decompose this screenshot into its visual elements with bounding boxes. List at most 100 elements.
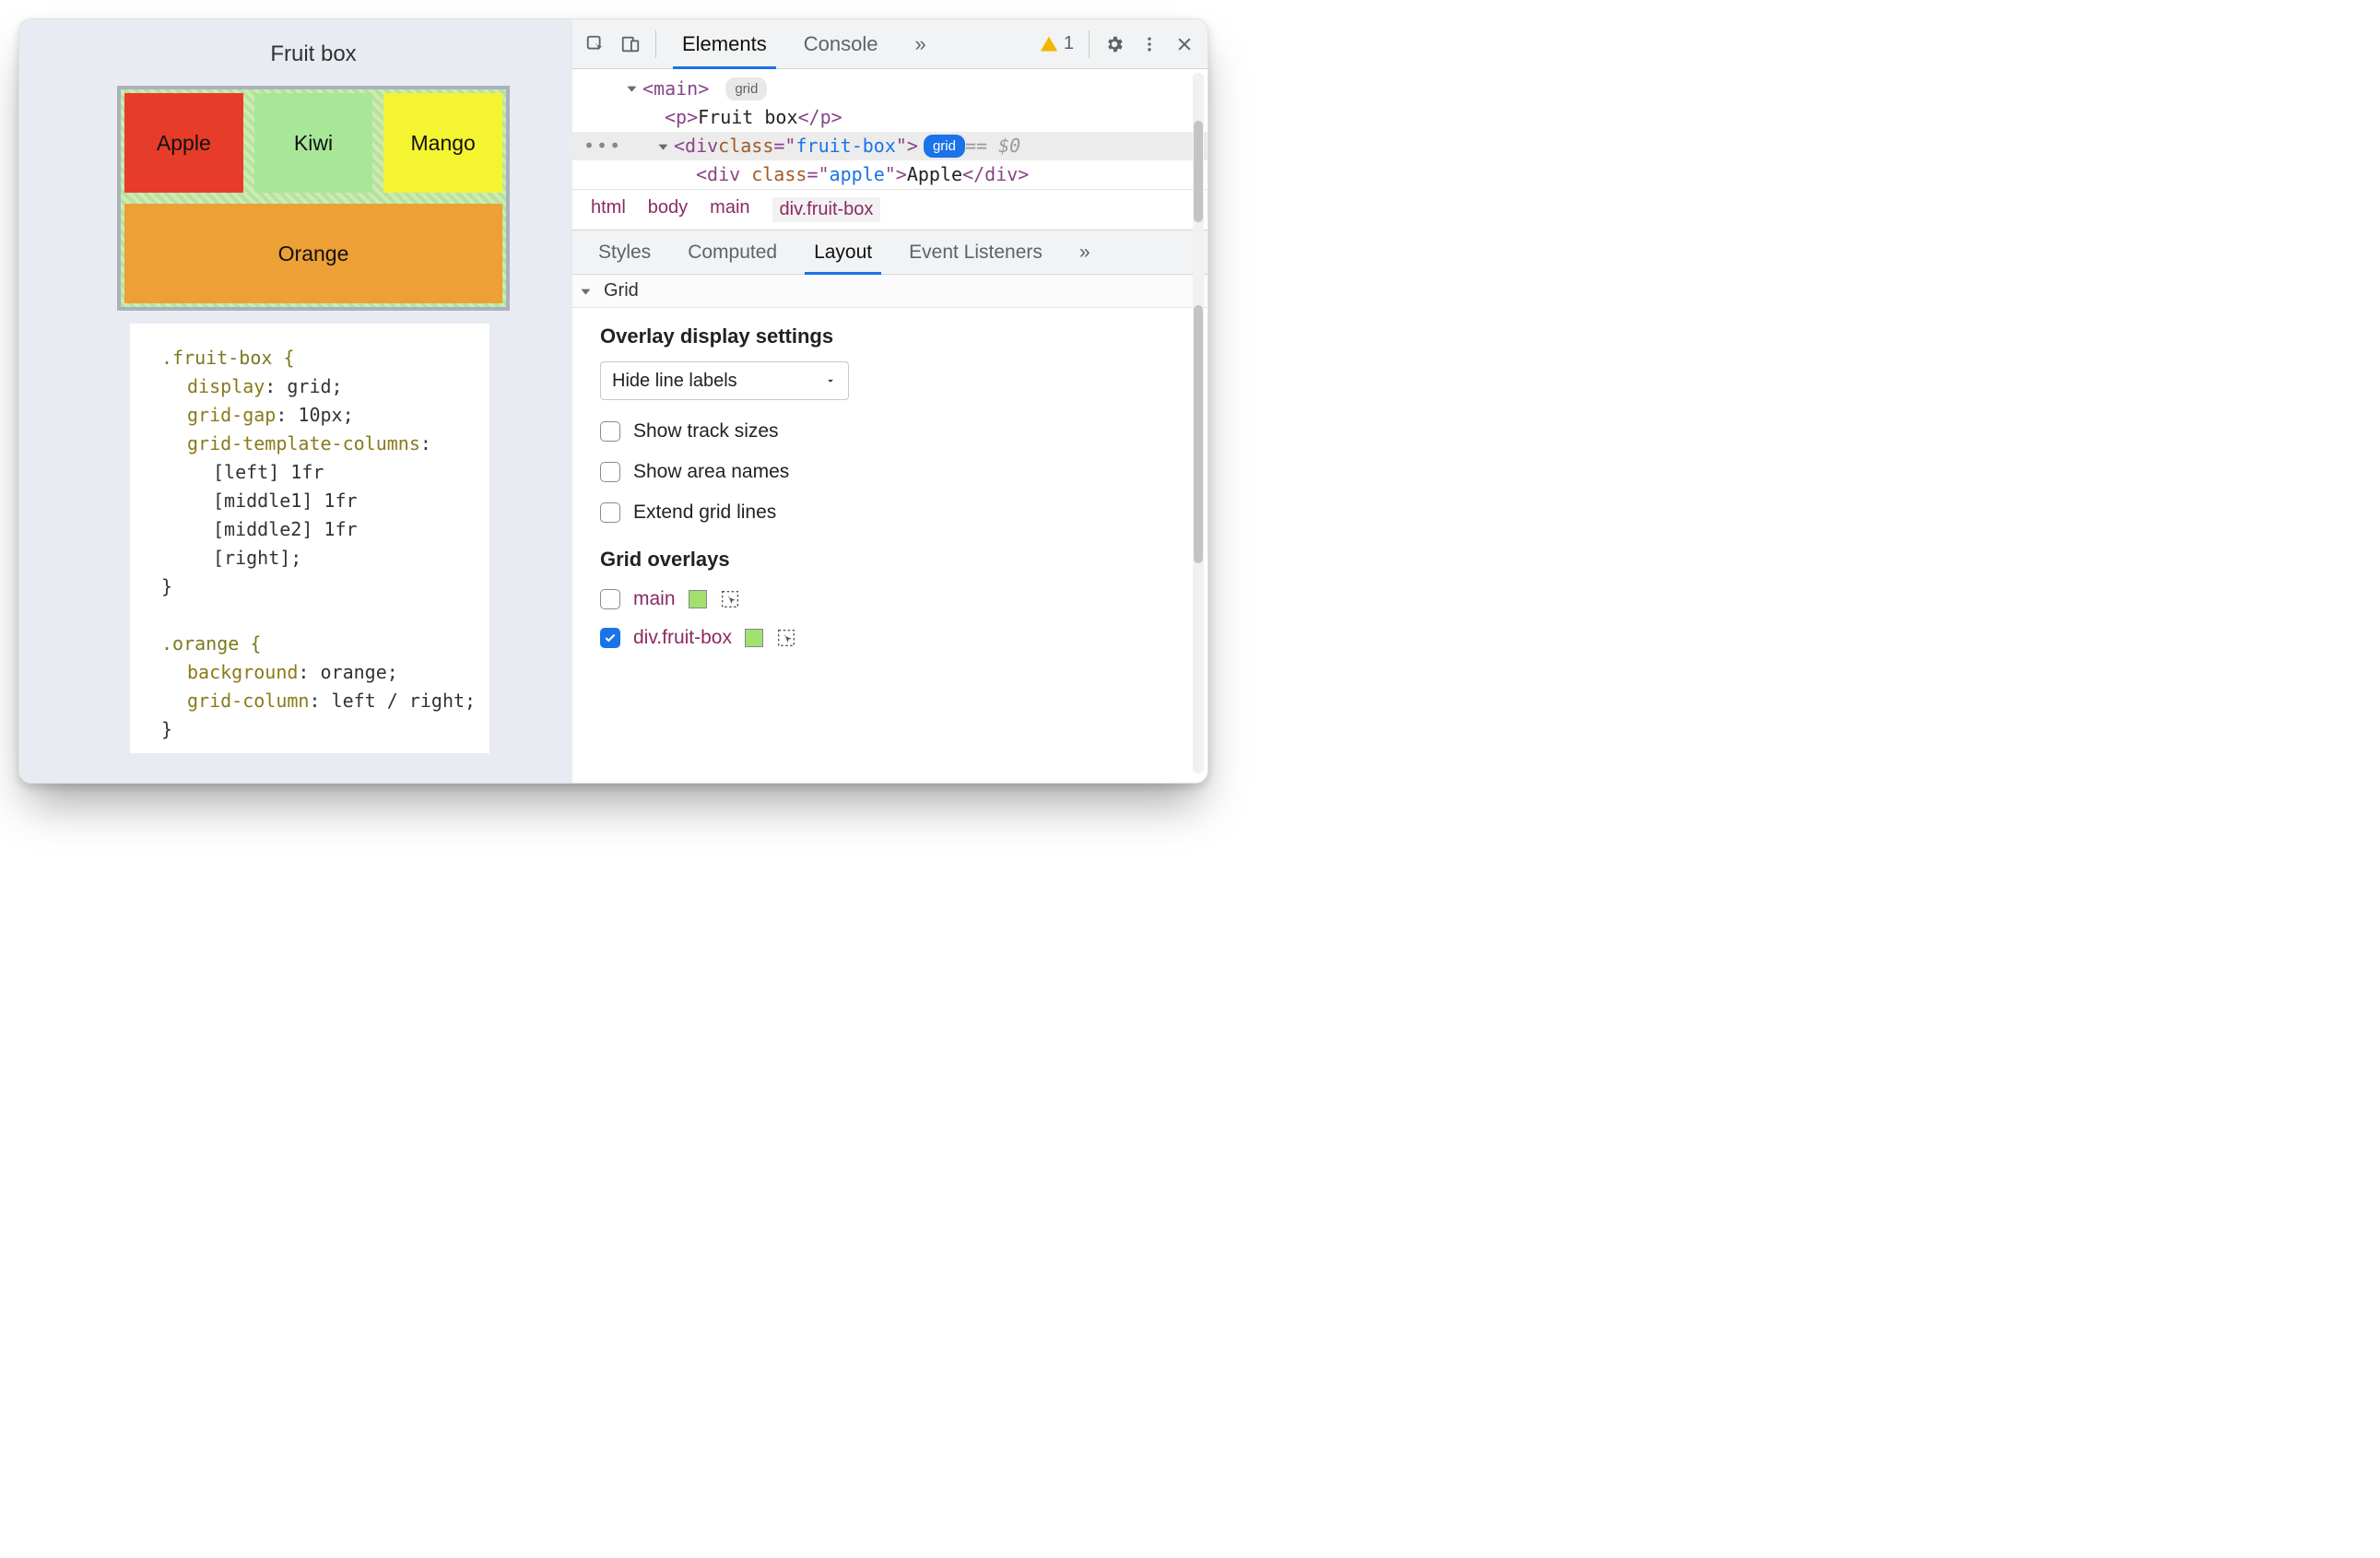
kebab-icon[interactable] xyxy=(1134,29,1165,60)
checkbox-icon[interactable] xyxy=(600,628,620,648)
breadcrumb-item[interactable]: html xyxy=(591,197,626,222)
checkbox-icon[interactable] xyxy=(600,502,620,523)
grid-overlay-row[interactable]: div.fruit-box xyxy=(600,627,1180,649)
css-prop: grid-gap xyxy=(187,404,276,426)
cell-orange[interactable]: Orange xyxy=(124,204,502,303)
css-value: : xyxy=(420,432,431,454)
css-prop: display xyxy=(187,375,265,397)
overlay-name: div.fruit-box xyxy=(633,627,732,649)
checkbox-label: Show track sizes xyxy=(633,420,779,443)
css-value: [middle2] 1fr xyxy=(161,515,480,544)
css-value: : left / right; xyxy=(309,690,476,712)
css-prop: grid-column xyxy=(187,690,309,712)
cell-kiwi[interactable]: Kiwi xyxy=(254,93,373,193)
breadcrumb[interactable]: html body main div.fruit-box xyxy=(572,189,1208,230)
dom-attr-value: fruit-box xyxy=(795,132,895,160)
checkbox-label: Show area names xyxy=(633,461,789,483)
grid-overlays-title: Grid overlays xyxy=(600,548,1180,572)
fruit-box[interactable]: Apple Kiwi Mango Orange xyxy=(117,86,510,311)
layout-panel: Overlay display settings Hide line label… xyxy=(572,308,1208,783)
styles-tabs: Styles Computed Layout Event Listeners » xyxy=(572,230,1208,275)
inspect-icon[interactable] xyxy=(580,29,611,60)
warnings-badge[interactable]: 1 xyxy=(1040,33,1074,54)
css-code-block: .fruit-box { display: grid; grid-gap: 10… xyxy=(130,324,489,753)
cell-mango[interactable]: Mango xyxy=(383,93,502,193)
dom-node-fruit-box[interactable]: ••• <div class="fruit-box"> grid == $0 xyxy=(572,132,1208,160)
checkbox-area-names[interactable]: Show area names xyxy=(600,461,1180,483)
devtools-toolbar: Elements Console » 1 xyxy=(572,19,1208,69)
section-title: Grid xyxy=(604,280,639,301)
checkbox-track-sizes[interactable]: Show track sizes xyxy=(600,420,1180,443)
dom-eq0: == $0 xyxy=(965,132,1020,160)
subtabs-overflow[interactable]: » xyxy=(1061,230,1109,274)
checkbox-label: Extend grid lines xyxy=(633,502,776,524)
dom-attr-value: apple xyxy=(830,163,885,185)
fruit-grid: Apple Kiwi Mango Orange xyxy=(124,93,502,303)
checkbox-icon[interactable] xyxy=(600,462,620,482)
close-icon[interactable] xyxy=(1169,29,1200,60)
grid-overlay-row[interactable]: main xyxy=(600,588,1180,610)
color-swatch[interactable] xyxy=(689,590,707,608)
color-swatch[interactable] xyxy=(745,629,763,647)
dom-tree[interactable]: <main> grid <p>Fruit box</p> ••• <div cl… xyxy=(572,69,1208,189)
section-grid-header[interactable]: Grid xyxy=(572,275,1208,308)
warning-count: 1 xyxy=(1064,33,1074,54)
checkbox-extend-lines[interactable]: Extend grid lines xyxy=(600,502,1180,524)
tab-layout[interactable]: Layout xyxy=(795,230,890,274)
dom-node-apple[interactable]: <div class="apple">Apple</div> xyxy=(572,160,1208,189)
chevron-down-icon xyxy=(824,374,837,387)
caret-icon[interactable] xyxy=(581,289,590,294)
caret-icon[interactable] xyxy=(658,144,667,149)
gear-icon[interactable] xyxy=(1099,29,1130,60)
css-value: [left] 1fr xyxy=(161,458,480,487)
ellipsis-icon[interactable]: ••• xyxy=(583,132,622,160)
css-brace: } xyxy=(161,575,172,597)
css-prop: grid-template-columns xyxy=(187,432,420,454)
overlay-name: main xyxy=(633,588,676,610)
css-value: [right]; xyxy=(161,544,480,572)
breadcrumb-item[interactable]: body xyxy=(648,197,688,222)
rendered-page-pane: Fruit box Apple Kiwi Mango Orange .fruit… xyxy=(19,19,572,783)
css-value: : grid; xyxy=(265,375,342,397)
scroll-thumb[interactable] xyxy=(1194,121,1203,222)
breadcrumb-item[interactable]: div.fruit-box xyxy=(772,197,881,222)
css-brace: } xyxy=(161,718,172,740)
tab-elements[interactable]: Elements xyxy=(666,19,784,68)
tab-computed[interactable]: Computed xyxy=(669,230,795,274)
css-value: [middle1] 1fr xyxy=(161,487,480,515)
tab-event-listeners[interactable]: Event Listeners xyxy=(890,230,1061,274)
checkbox-icon[interactable] xyxy=(600,421,620,442)
device-toggle-icon[interactable] xyxy=(615,29,646,60)
tab-console[interactable]: Console xyxy=(787,19,895,68)
dom-attr: class xyxy=(751,163,807,185)
css-selector: .orange { xyxy=(161,632,261,655)
dom-node-main[interactable]: <main> grid xyxy=(572,75,1208,103)
select-value: Hide line labels xyxy=(612,371,737,392)
css-selector: .fruit-box { xyxy=(161,347,295,369)
scrollbar[interactable] xyxy=(1193,305,1204,773)
overlay-settings-title: Overlay display settings xyxy=(600,325,1180,348)
css-prop: background xyxy=(187,661,298,683)
scroll-thumb[interactable] xyxy=(1194,305,1203,563)
cell-apple[interactable]: Apple xyxy=(124,93,243,193)
highlight-icon[interactable] xyxy=(776,628,796,648)
devtools-pane: Elements Console » 1 <main> grid xyxy=(572,19,1208,783)
grid-badge[interactable]: grid xyxy=(924,135,965,158)
tab-styles[interactable]: Styles xyxy=(580,230,669,274)
window: Fruit box Apple Kiwi Mango Orange .fruit… xyxy=(18,18,1208,784)
caret-icon[interactable] xyxy=(627,87,636,92)
breadcrumb-item[interactable]: main xyxy=(710,197,749,222)
page-title: Fruit box xyxy=(102,41,524,67)
dom-text: Apple xyxy=(907,163,962,185)
css-value: : 10px; xyxy=(276,404,353,426)
line-labels-select[interactable]: Hide line labels xyxy=(600,361,849,400)
dom-node-p[interactable]: <p>Fruit box</p> xyxy=(572,103,1208,132)
css-value: : orange; xyxy=(298,661,397,683)
tabs-overflow[interactable]: » xyxy=(898,19,942,68)
checkbox-icon[interactable] xyxy=(600,589,620,609)
highlight-icon[interactable] xyxy=(720,589,740,609)
separator xyxy=(1089,30,1090,58)
separator xyxy=(655,30,656,58)
dom-attr: class xyxy=(718,132,773,160)
grid-badge[interactable]: grid xyxy=(725,77,767,100)
